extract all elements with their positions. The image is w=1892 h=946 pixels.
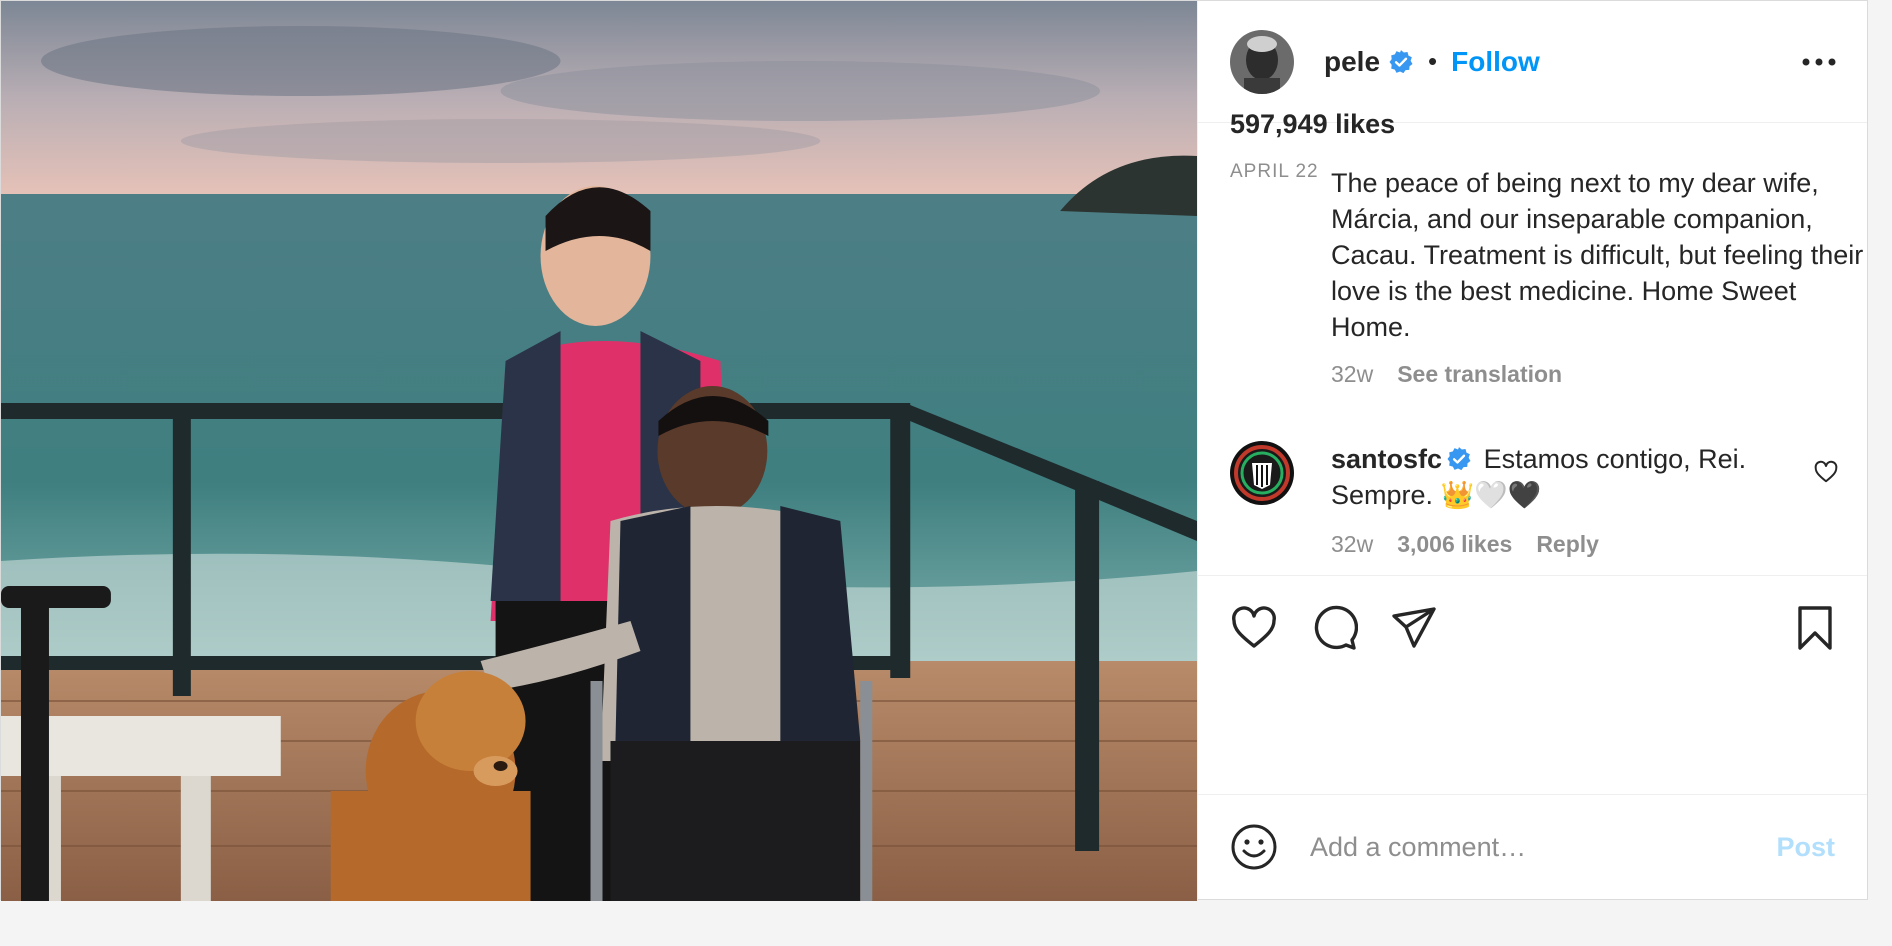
verified-badge-icon (1447, 447, 1471, 471)
comment-time: 32w (1331, 531, 1374, 557)
post-details-panel: pele • Follow The peace of being next to… (1198, 1, 1867, 899)
emoji-icon[interactable] (1230, 823, 1278, 871)
action-bar (1198, 576, 1867, 680)
comment-username[interactable]: santosfc (1331, 444, 1442, 474)
pele-avatar[interactable] (1230, 29, 1294, 94)
comment-icon[interactable] (1310, 604, 1358, 652)
santosfc-avatar[interactable] (1230, 441, 1294, 505)
comment-input[interactable] (1310, 831, 1777, 863)
post-card: pele • Follow The peace of being next to… (0, 0, 1868, 901)
bookmark-icon[interactable] (1791, 604, 1839, 652)
see-translation-button[interactable]: See translation (1397, 361, 1562, 388)
comment-item: santosfc Estamos contigo, Rei. Sempre. 👑… (1230, 441, 1830, 557)
post-date: APRIL 22 (1230, 161, 1319, 182)
post-header: pele • Follow (1198, 1, 1867, 123)
post-photo[interactable] (1, 1, 1198, 901)
follow-button[interactable]: Follow (1451, 46, 1540, 78)
heart-icon[interactable] (1230, 604, 1278, 652)
share-icon[interactable] (1390, 604, 1438, 652)
verified-badge-icon (1389, 49, 1413, 73)
more-options-icon[interactable] (1799, 42, 1839, 82)
caption-meta: 32w See translation (1331, 361, 1562, 388)
reply-button[interactable]: Reply (1536, 531, 1599, 558)
add-comment-bar: Post (1198, 794, 1867, 899)
post-comment-button[interactable]: Post (1776, 832, 1835, 863)
likes-count[interactable]: 597,949 likes (1230, 109, 1395, 140)
comment-heart-icon[interactable] (1813, 459, 1839, 485)
comment-meta: 32w 3,006 likes Reply (1331, 531, 1599, 558)
comment-likes[interactable]: 3,006 likes (1397, 531, 1512, 558)
comment-body: santosfc Estamos contigo, Rei. Sempre. 👑… (1331, 441, 1801, 513)
post-author-username[interactable]: pele (1324, 46, 1380, 78)
comments-section[interactable]: The peace of being next to my dear wife,… (1198, 123, 1867, 576)
post-photo-image (1, 1, 1197, 901)
post-caption: The peace of being next to my dear wife,… (1331, 168, 1864, 342)
header-separator: • (1428, 46, 1438, 76)
caption-time: 32w (1331, 361, 1374, 387)
